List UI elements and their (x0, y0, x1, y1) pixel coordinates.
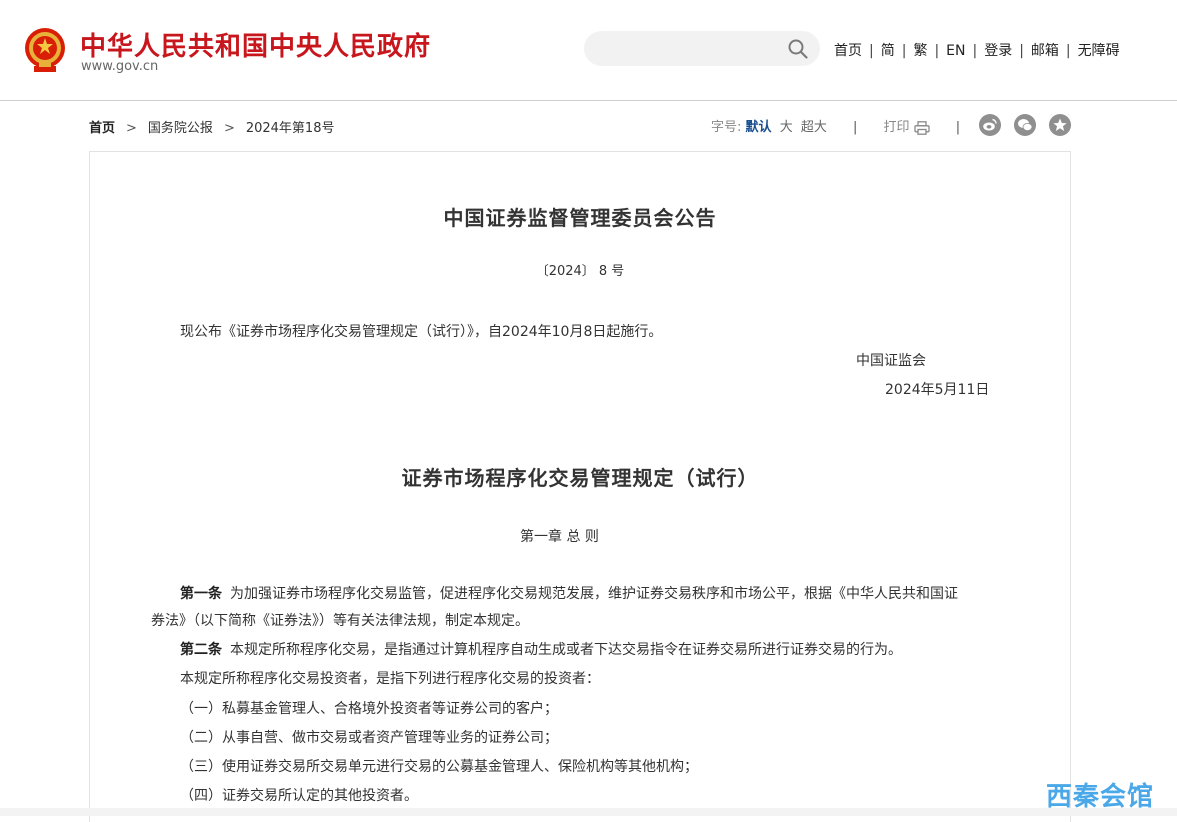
breadcrumb-home[interactable]: 首页 (89, 121, 115, 136)
top-nav: 首页 | 简 | 繁 | EN | 登录 | 邮箱 | 无障碍 (834, 40, 1120, 60)
font-size-label: 字号: (711, 120, 742, 135)
tools-separator: | (853, 120, 858, 135)
list-item: （一）私募基金管理人、合格境外投资者等证券公司的客户； (180, 701, 558, 717)
nav-traditional[interactable]: 繁 (913, 40, 927, 60)
regulation-title: 证券市场程序化交易管理规定（试行） (401, 466, 759, 490)
nav-separator: | (972, 43, 978, 59)
wechat-share-button[interactable] (1014, 114, 1036, 136)
notice-number: 〔2024〕 8 号 (535, 264, 625, 279)
article-tools: 字号: 默认 大 超大 | 打印 | (711, 116, 960, 136)
nav-accessibility[interactable]: 无障碍 (1078, 40, 1120, 60)
favorite-icon (1053, 118, 1067, 131)
nav-separator: | (1019, 43, 1024, 59)
notice-title: 中国证券监督管理委员会公告 (443, 206, 717, 230)
article-2-text: 本规定所称程序化交易，是指通过计算机程序自动生成或者下达交易指令在证券交易所进行… (230, 642, 902, 658)
nav-separator: | (934, 43, 940, 59)
nav-simplified[interactable]: 简 (881, 40, 895, 60)
chapter-heading: 第一章 总 则 (520, 529, 599, 545)
print-icon (913, 120, 930, 135)
notice-issuer: 中国证监会 (856, 353, 926, 369)
list-item: （三）使用证券交易所交易单元进行交易的公募基金管理人、保险机构等其他机构； (180, 759, 698, 775)
watermark-logo: 西秦会馆 (1046, 782, 1155, 812)
list-item: （四）证券交易所认定的其他投资者。 (180, 788, 418, 804)
list-item: （二）从事自营、做市交易或者资产管理等业务的证券公司； (180, 730, 558, 746)
nav-separator: | (1065, 43, 1071, 59)
chevron-right-icon: > (223, 121, 235, 136)
article-container: 中国证券监督管理委员会公告 〔2024〕 8 号 现公布《证券市场程序化交易管理… (89, 151, 1071, 822)
tools-separator: | (955, 120, 961, 135)
search-icon[interactable] (788, 39, 808, 59)
breadcrumb-gazette[interactable]: 国务院公报 (148, 121, 213, 136)
national-emblem-icon[interactable] (22, 26, 68, 74)
nav-separator: | (901, 43, 907, 59)
wechat-icon (1018, 119, 1033, 131)
site-header: 中华人民共和国中央人民政府 www.gov.cn 首页 | 简 | 繁 | EN | 登录 | 邮箱… (0, 0, 1177, 100)
site-title[interactable]: 中华人民共和国中央人民政府 (80, 26, 431, 63)
search-input[interactable] (584, 31, 820, 66)
weibo-share-button[interactable] (979, 114, 1001, 136)
print-label: 打印 (883, 120, 910, 135)
nav-separator: | (869, 43, 874, 59)
breadcrumb: 首页 > 国务院公报 >2024年第18号 (89, 117, 334, 136)
article-2: 第二条 本规定所称程序化交易，是指通过计算机程序自动生成或者下达交易指令在证券交易… (180, 640, 902, 660)
chevron-right-icon: > (126, 121, 137, 136)
nav-login[interactable]: 登录 (984, 40, 1012, 60)
article-1-text: 为加强证券市场程序化交易监管，促进程序化交易规范发展，维护证券交易秩序和市场公平… (230, 586, 958, 602)
article-1-cont: 券法》（以下简称《证券法》）等有关法律法规，制定本规定。 (151, 613, 529, 629)
investors-paragraph: 本规定所称程序化交易投资者，是指下列进行程序化交易的投资者： (180, 671, 600, 687)
article-1-label: 第一条 (180, 586, 222, 602)
font-size-default[interactable]: 默认 (746, 120, 772, 135)
article-2-label: 第二条 (180, 642, 222, 658)
header-divider (0, 100, 1177, 101)
font-size-xlarge[interactable]: 超大 (801, 120, 827, 135)
notice-date: 2024年5月11日 (885, 382, 990, 398)
weibo-icon (983, 118, 997, 131)
nav-english[interactable]: EN (946, 43, 965, 59)
favorite-button[interactable] (1049, 114, 1071, 136)
site-url[interactable]: www.gov.cn (81, 59, 158, 74)
nav-mail[interactable]: 邮箱 (1031, 40, 1059, 60)
breadcrumb-issue[interactable]: 2024年第18号 (246, 121, 335, 136)
nav-home[interactable]: 首页 (834, 40, 862, 60)
font-size-large[interactable]: 大 (780, 120, 793, 135)
article-1: 第一条 为加强证券市场程序化交易监管，促进程序化交易规范发展，维护证券交易秩序和市… (180, 584, 958, 604)
horizontal-scrollbar[interactable] (0, 808, 1177, 816)
print-button[interactable]: 打印 (884, 120, 930, 135)
notice-body: 现公布《证券市场程序化交易管理规定（试行）》，自2024年10月8日起施行。 (180, 324, 663, 340)
